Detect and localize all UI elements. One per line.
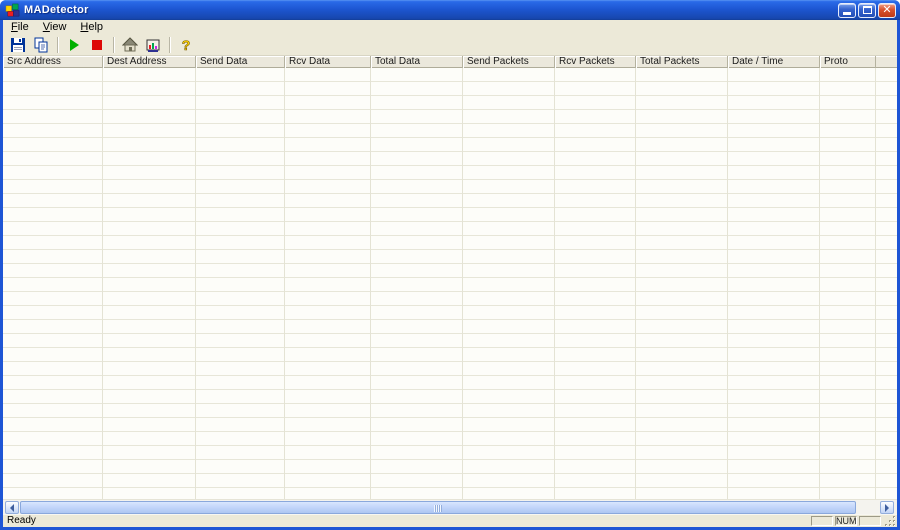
titlebar[interactable]: MADetector ✕ bbox=[0, 0, 900, 20]
menu-view[interactable]: View bbox=[36, 21, 74, 34]
column-header-total-data[interactable]: Total Data bbox=[371, 56, 463, 68]
menu-bar: File View Help bbox=[3, 20, 897, 34]
toolbar-separator bbox=[113, 36, 114, 53]
scroll-right-button[interactable] bbox=[880, 501, 894, 514]
grid-column bbox=[196, 68, 285, 499]
status-pane-cap bbox=[811, 516, 833, 526]
grid-column bbox=[103, 68, 196, 499]
maximize-icon bbox=[862, 6, 872, 14]
home-button[interactable] bbox=[120, 35, 140, 54]
arrow-right-icon bbox=[885, 503, 889, 512]
minimize-icon bbox=[843, 12, 851, 15]
toolbar-separator bbox=[169, 36, 170, 53]
column-header-src-address[interactable]: Src Address bbox=[3, 56, 103, 68]
copy-button[interactable] bbox=[31, 35, 51, 54]
save-button[interactable] bbox=[8, 35, 28, 54]
column-header-send-data[interactable]: Send Data bbox=[196, 56, 285, 68]
column-header-send-packets[interactable]: Send Packets bbox=[463, 56, 555, 68]
column-header-rcv-data[interactable]: Rcv Data bbox=[285, 56, 371, 68]
status-pane-scrl bbox=[859, 516, 881, 526]
menu-help[interactable]: Help bbox=[73, 21, 110, 34]
window-content: File View Help ? Src Address Dest Addres… bbox=[3, 20, 897, 527]
app-window: MADetector ✕ File View Help ? Src Addres… bbox=[0, 0, 900, 530]
about-button[interactable]: ? bbox=[176, 35, 196, 54]
table-header: Src Address Dest Address Send Data Rcv D… bbox=[3, 56, 897, 68]
status-bar: Ready NUM bbox=[3, 514, 897, 527]
status-message: Ready bbox=[7, 515, 36, 526]
svg-text:?: ? bbox=[182, 37, 191, 53]
grid-column bbox=[371, 68, 463, 499]
grid-column bbox=[728, 68, 820, 499]
start-capture-button[interactable] bbox=[64, 35, 84, 54]
toolbar-separator bbox=[57, 36, 58, 53]
arrow-left-icon bbox=[10, 503, 14, 512]
column-header-total-packets[interactable]: Total Packets bbox=[636, 56, 728, 68]
grid-column bbox=[463, 68, 555, 499]
scrollbar-grip-icon bbox=[434, 505, 442, 512]
status-pane-num: NUM bbox=[835, 516, 857, 526]
column-header-proto[interactable]: Proto bbox=[820, 56, 876, 68]
adapter-stats-button[interactable] bbox=[143, 35, 163, 54]
grid-column bbox=[285, 68, 371, 499]
table-body[interactable] bbox=[3, 68, 897, 499]
stop-icon bbox=[92, 39, 102, 50]
column-header-rcv-packets[interactable]: Rcv Packets bbox=[555, 56, 636, 68]
resize-grip[interactable] bbox=[884, 515, 896, 527]
floppy-disk-icon bbox=[11, 37, 25, 52]
maximize-button[interactable] bbox=[858, 2, 876, 18]
grid-column bbox=[820, 68, 876, 499]
column-header-date-time[interactable]: Date / Time bbox=[728, 56, 820, 68]
scroll-left-button[interactable] bbox=[5, 501, 19, 514]
column-header-filler bbox=[876, 56, 897, 68]
copy-pages-icon bbox=[34, 37, 48, 52]
minimize-button[interactable] bbox=[838, 2, 856, 18]
grid-column bbox=[555, 68, 636, 499]
help-question-icon: ? bbox=[181, 37, 191, 53]
horizontal-scrollbar[interactable] bbox=[3, 499, 897, 514]
close-button[interactable]: ✕ bbox=[878, 2, 896, 18]
grid-column bbox=[3, 68, 103, 499]
adapter-chart-icon bbox=[146, 39, 160, 52]
toolbar: ? bbox=[3, 34, 897, 56]
play-icon bbox=[70, 38, 79, 51]
column-header-dest-address[interactable]: Dest Address bbox=[103, 56, 196, 68]
close-icon: ✕ bbox=[882, 3, 892, 16]
app-icon[interactable] bbox=[5, 3, 20, 18]
home-icon bbox=[122, 36, 138, 51]
window-title: MADetector bbox=[24, 4, 89, 16]
grid-column bbox=[636, 68, 728, 499]
menu-file[interactable]: File bbox=[4, 21, 36, 34]
scrollbar-thumb[interactable] bbox=[20, 501, 856, 514]
stop-capture-button[interactable] bbox=[87, 35, 107, 54]
grid-column-filler bbox=[876, 68, 897, 499]
